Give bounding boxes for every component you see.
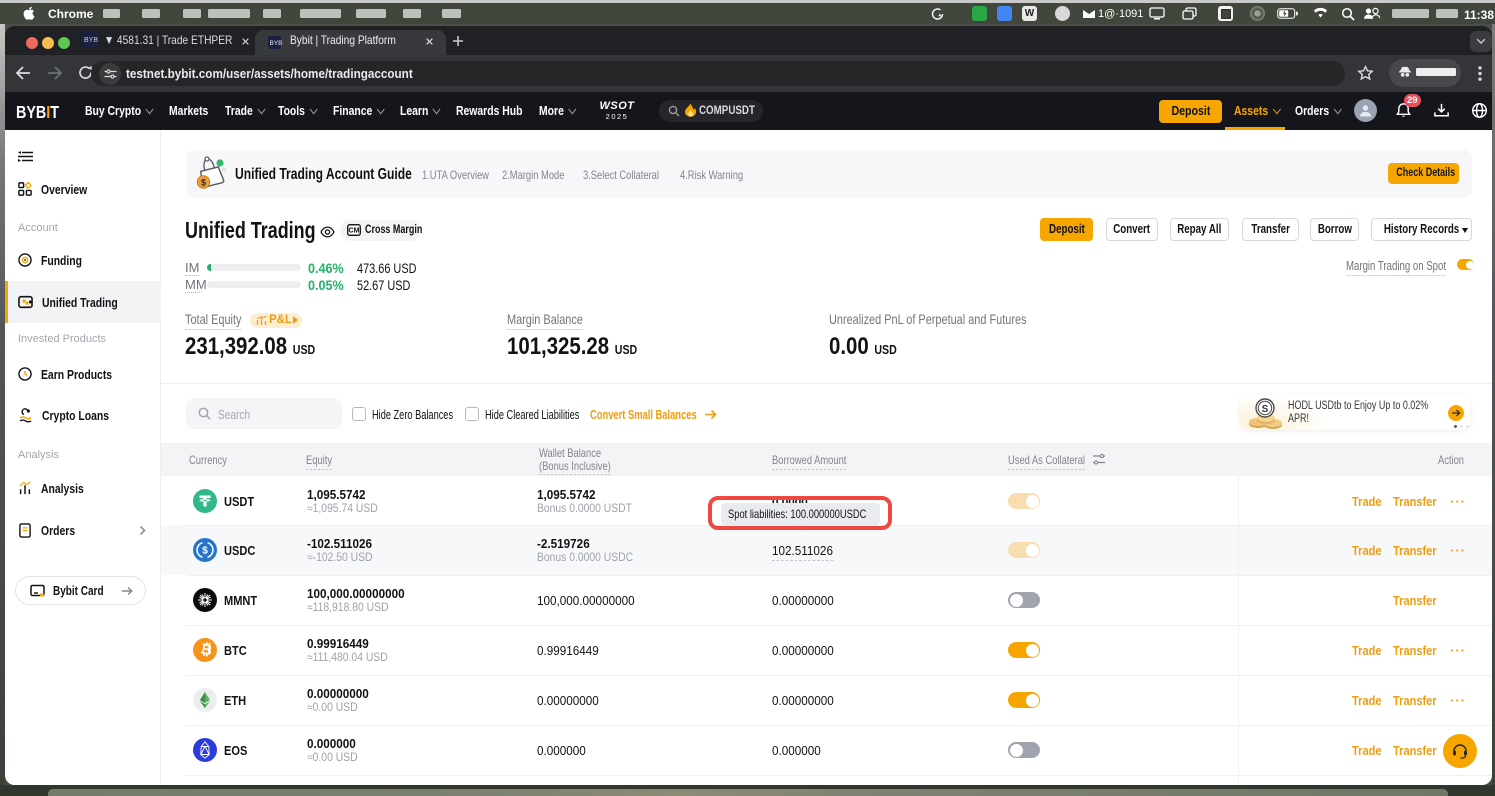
svg-text:CM: CM	[349, 228, 360, 235]
svg-text:$: $	[201, 178, 206, 188]
svg-text:$: $	[202, 546, 208, 557]
svg-text:S: S	[1262, 404, 1269, 415]
